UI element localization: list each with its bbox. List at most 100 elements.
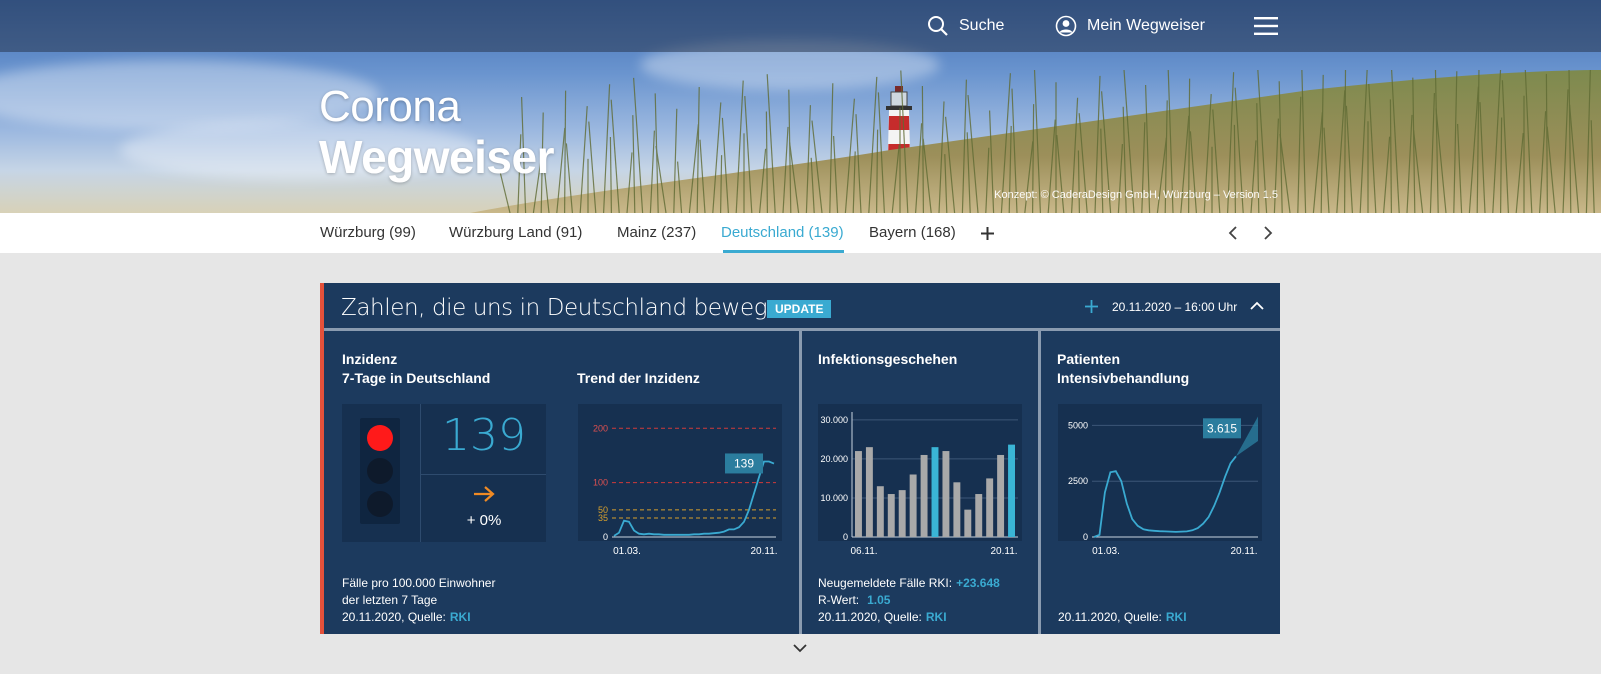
- trend-chart: 0355010020001.03. 20.11.139: [593, 423, 778, 557]
- bar: [887, 494, 895, 537]
- y-tick-label: 0: [843, 532, 848, 542]
- traffic-light-yellow-lamp: [367, 458, 393, 484]
- tab-mainz[interactable]: Mainz (237): [617, 213, 696, 253]
- x-tick-label: 06.11.: [850, 546, 877, 557]
- inzidenz-footer-date: 20.11.2020, Quelle:: [342, 610, 446, 624]
- traffic-light-green-lamp: [367, 491, 393, 517]
- r-value: 1.05: [867, 593, 891, 607]
- neu-label: Neugemeldete Fälle RKI:: [818, 576, 953, 590]
- x-tick-label: 01.03.: [1092, 546, 1120, 557]
- region-tab-bar: Würzburg (99) Würzburg Land (91) Mainz (…: [0, 213, 1601, 253]
- inzidenz-value: 139: [442, 410, 526, 461]
- bar: [964, 509, 972, 537]
- y-tick-label: 0: [603, 532, 608, 542]
- patienten-title-line1: Patienten: [1057, 351, 1121, 367]
- infektion-footer-date: 20.11.2020, Quelle:: [818, 610, 922, 624]
- bar: [942, 451, 950, 537]
- brand-title-line1: Corona: [319, 82, 461, 131]
- bar: [931, 447, 939, 537]
- panel-header: Zahlen, die uns in Deutschland bewegen U…: [324, 283, 1280, 331]
- patienten-title: Patienten Intensivbehandlung: [1057, 350, 1189, 388]
- bar: [876, 486, 884, 537]
- y-tick-label: 2500: [1068, 476, 1088, 486]
- inzidenz-box: 139 + 0%: [342, 404, 546, 542]
- collapse-chevron-up-icon[interactable]: [1250, 301, 1264, 311]
- x-tick-label: 20.11.: [1230, 546, 1257, 557]
- bar: [997, 454, 1005, 537]
- hero-banner: Suche Mein Wegweiser Corona Wegweiser Ko…: [0, 0, 1601, 213]
- patienten-title-line2: Intensivbehandlung: [1057, 370, 1190, 386]
- y-tick-label: 20.000: [820, 454, 848, 464]
- r-label: R-Wert:: [818, 593, 860, 607]
- y-tick-label: 100: [593, 478, 608, 488]
- panel-date: 20.11.2020 – 16:00 Uhr: [1112, 300, 1238, 314]
- tab-bayern[interactable]: Bayern (168): [869, 213, 956, 253]
- bar: [975, 494, 983, 537]
- bar: [986, 478, 994, 537]
- update-badge: UPDATE: [767, 300, 832, 318]
- inzidenz-title: Inzidenz 7-Tage in Deutschland: [342, 350, 490, 388]
- top-bar: [0, 0, 1601, 52]
- bar: [1008, 444, 1015, 537]
- y-tick-label: 30.000: [820, 415, 848, 425]
- bar: [953, 482, 961, 537]
- expand-chevron-down-icon[interactable]: [792, 643, 808, 653]
- box-separator: [420, 474, 546, 475]
- traffic-light: [360, 418, 400, 524]
- infektion-footer: Neugemeldete Fälle RKI: +23.648 R-Wert: 1.…: [818, 575, 1000, 626]
- infektion-title: Infektionsgeschehen: [818, 351, 958, 367]
- brand-title-line2: Wegweiser: [319, 131, 554, 183]
- x-tick-label: 20.11.: [990, 546, 1017, 557]
- tab-wuerzburg-land[interactable]: Würzburg Land (91): [449, 213, 582, 253]
- box-separator: [420, 404, 421, 542]
- traffic-light-red-lamp: [367, 425, 393, 451]
- card-divider: [1038, 331, 1041, 634]
- y-tick-label: 0: [1083, 532, 1088, 542]
- y-tick-label: 50: [598, 505, 608, 515]
- x-tick-label: 01.03.: [613, 546, 641, 557]
- tab-wuerzburg[interactable]: Würzburg (99): [320, 213, 416, 253]
- bar: [920, 454, 928, 537]
- stats-panel: Zahlen, die uns in Deutschland bewegen U…: [320, 283, 1280, 634]
- bar: [909, 474, 917, 537]
- trend-arrow-right-icon: [422, 482, 546, 510]
- inzidenz-footer: Fälle pro 100.000 Einwohner der letzten …: [342, 575, 495, 626]
- neu-value: +23.648: [956, 576, 1000, 590]
- bar: [865, 447, 873, 537]
- credit-text: Konzept: © CaderaDesign GmbH, Würzburg –…: [994, 189, 1278, 201]
- panel-accent-bar: [320, 283, 324, 634]
- patienten-chart: 0 2500 5000 3.615 01.03. 20.11.: [1068, 416, 1258, 557]
- y-tick-label: 10.000: [820, 493, 848, 503]
- hamburger-menu-icon: [1254, 17, 1278, 35]
- trend-chart-box: 0 35 50 100 200 01.03. 20.11. 139: [578, 404, 782, 557]
- chevron-right-icon[interactable]: [1262, 225, 1274, 241]
- user-icon: [1055, 15, 1077, 37]
- inzidenz-title-line1: Inzidenz: [342, 351, 398, 367]
- patienten-footer-date: 20.11.2020, Quelle:: [1058, 610, 1162, 624]
- account-label: Mein Wegweiser: [1087, 17, 1205, 34]
- inzidenz-title-line2: 7-Tage in Deutschland: [342, 370, 491, 386]
- inzidenz-footer-line2: der letzten 7 Tage: [342, 593, 438, 607]
- chevron-left-icon[interactable]: [1227, 225, 1239, 241]
- plus-icon[interactable]: [1084, 299, 1099, 314]
- y-tick-label: 200: [593, 423, 608, 433]
- tab-deutschland[interactable]: Deutschland (139): [721, 213, 844, 253]
- source-link-rki[interactable]: RKI: [1166, 610, 1187, 624]
- y-tick-label: 5000: [1068, 420, 1088, 430]
- callout-label: 3.615: [1207, 421, 1237, 435]
- trend-title: Trend der Inzidenz: [577, 370, 700, 386]
- icu-line: [1093, 455, 1237, 538]
- menu-button[interactable]: [1254, 0, 1288, 52]
- inzidenz-footer-line1: Fälle pro 100.000 Einwohner: [342, 576, 496, 590]
- bar: [898, 490, 906, 537]
- source-link-rki[interactable]: RKI: [450, 610, 471, 624]
- search-label: Suche: [959, 17, 1005, 34]
- account-button[interactable]: Mein Wegweiser: [1055, 0, 1205, 52]
- card-divider: [799, 331, 802, 634]
- bar: [855, 451, 862, 537]
- callout-label: 139: [734, 456, 754, 470]
- search-button[interactable]: Suche: [927, 0, 1004, 52]
- source-link-rki[interactable]: RKI: [926, 610, 947, 624]
- inzidenz-change: + 0%: [466, 512, 502, 529]
- add-tab-icon[interactable]: [980, 226, 995, 241]
